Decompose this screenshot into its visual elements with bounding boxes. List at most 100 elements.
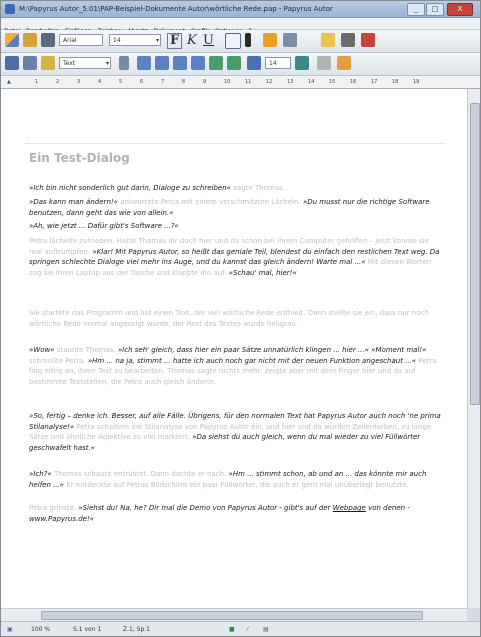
spacing-combo[interactable]: 14 (265, 57, 291, 69)
ruler-mark: 2 (56, 79, 60, 85)
note-icon[interactable] (321, 33, 335, 47)
bold-button[interactable]: F (167, 33, 183, 49)
record-icon[interactable]: ▤ (263, 622, 269, 636)
narration-run: sagte Thomas. (231, 184, 285, 192)
ruler-mark: 1 (35, 79, 39, 85)
ruler-mark: 16 (350, 79, 357, 85)
paragraph[interactable]: »Wow« staunte Thomas. »Ich seh' gleich, … (29, 345, 443, 387)
paragraph[interactable]: Sie startete das Programm und lud einen … (29, 308, 443, 329)
narration-run: Sie startete das Programm und lud einen … (29, 309, 429, 328)
chevron-down-icon[interactable]: ▾ (156, 35, 159, 47)
narration-run: staunte Thomas. (54, 346, 118, 354)
ruler-mark: 11 (245, 79, 252, 85)
ruler-mark: 9 (203, 79, 207, 85)
save-icon[interactable] (5, 56, 19, 70)
justify-icon[interactable] (191, 56, 205, 70)
spacing-value: 14 (269, 60, 277, 67)
narration-run: Thomas schaute entrüstet. Dann dachte er… (51, 470, 229, 478)
direct-speech-run: »Ich?« (29, 470, 52, 478)
pointer-icon[interactable] (245, 33, 251, 47)
ruler-mark: 13 (287, 79, 294, 85)
new-document-icon[interactable] (5, 33, 19, 47)
application-window: M:\Papyrus Autor_5.01\PAP-Beispiel-Dokum… (0, 0, 481, 637)
webpage-link[interactable]: Webpage (333, 504, 366, 512)
italic-button[interactable]: K (187, 33, 197, 49)
paragraph[interactable]: Petra grinste. »Siehst du! Na, he? Dir m… (29, 503, 443, 524)
font-name-combo[interactable]: Arial (59, 34, 103, 46)
increase-indent-icon[interactable] (227, 56, 241, 70)
chevron-down-icon[interactable]: ▾ (106, 58, 109, 70)
tab-stops-icon[interactable] (295, 56, 309, 70)
print-icon[interactable] (41, 33, 55, 47)
align-left-icon[interactable] (137, 56, 151, 70)
minimize-button[interactable]: _ (407, 3, 425, 16)
marker-icon[interactable] (361, 33, 375, 47)
paragraph[interactable]: »Ah, wie jetzt ... Dafür gibt's Software… (29, 221, 443, 232)
table-icon[interactable] (317, 56, 331, 70)
paragraph[interactable]: »Das kann man ändern!« antwortete Petra … (29, 197, 443, 218)
ruler-mark: 12 (266, 79, 273, 85)
font-size-combo[interactable]: 14 ▾ (109, 34, 161, 46)
narration-run: Er entdeckte auf Petras Bildschirm ein p… (64, 480, 409, 489)
text-cursor-icon[interactable] (225, 33, 241, 49)
direct-speech-run: »Ich bin nicht sonderlich gut darin, Dia… (29, 184, 231, 192)
horizontal-scroll-thumb[interactable] (41, 611, 423, 620)
align-center-icon[interactable] (155, 56, 169, 70)
paragraph[interactable]: »Ich?« Thomas schaute entrüstet. Dann da… (29, 469, 443, 490)
ruler-indent-marker[interactable]: ▲ (7, 78, 11, 86)
comment-icon[interactable] (337, 56, 351, 70)
direct-speech-run: »Ah, wie jetzt ... Dafür gibt's Software… (29, 222, 179, 230)
narration-run: schmollte Petra. (29, 356, 88, 365)
paragraph-toolbar: Text ▾ 14 (1, 53, 480, 76)
zoom-level[interactable]: 100 % (31, 622, 50, 636)
direct-speech-run: »Das kann man ändern!« (29, 198, 119, 206)
status-bar: ▣ 100 % S.1 von 1 Z.1, Sp.1 ■ ⁄ ▤ (1, 621, 480, 636)
style-icon[interactable] (41, 56, 55, 70)
direct-speech-run: »Wow« (29, 346, 55, 354)
underline-button[interactable]: U (203, 33, 214, 49)
paragraph[interactable]: Petra lächelte zufrieden. Hatte Thomas i… (29, 236, 443, 278)
status-doc-icon[interactable]: ▣ (7, 622, 13, 636)
direct-speech-run: »Schau' mal, hier!« (228, 268, 297, 277)
document-area[interactable]: Ein Test-Dialog »Ich bin nicht sonderlic… (1, 89, 467, 608)
line-spacing-icon[interactable] (247, 56, 261, 70)
open-folder-icon[interactable] (23, 33, 37, 47)
paragraph[interactable]: »So, fertig – denke ich. Besser, auf all… (29, 411, 443, 453)
document-title[interactable]: Ein Test-Dialog (29, 151, 130, 165)
decrease-indent-icon[interactable] (209, 56, 223, 70)
pen-icon[interactable]: ⁄ (247, 622, 248, 636)
highlighter-icon[interactable] (263, 33, 277, 47)
align-right-icon[interactable] (173, 56, 187, 70)
ruler-mark: 4 (98, 79, 102, 85)
page-top-border (25, 143, 445, 144)
narration-run: antwortete Petra mit einem verschmitzten… (118, 198, 303, 206)
close-button[interactable]: X (447, 3, 473, 16)
spellcheck-icon[interactable]: ■ (229, 622, 235, 636)
paragraph-style-combo[interactable]: Text ▾ (59, 57, 111, 69)
format-toolbar: Arial 14 ▾ F K U (1, 30, 480, 53)
maximize-button[interactable]: □ (426, 3, 444, 16)
ruler-mark: 15 (329, 79, 336, 85)
ruler-mark: 10 (224, 79, 231, 85)
ruler-mark: 6 (140, 79, 144, 85)
paragraph[interactable]: »Ich bin nicht sonderlich gut darin, Dia… (29, 183, 443, 194)
title-bar: M:\Papyrus Autor_5.01\PAP-Beispiel-Dokum… (1, 1, 480, 18)
vertical-scroll-thumb[interactable] (470, 103, 480, 405)
papyrus-app-icon[interactable] (5, 4, 15, 14)
ruler[interactable]: ▲ 1 2 3 4 5 6 7 8 9 10 11 12 13 14 15 16… (1, 76, 480, 89)
save-all-icon[interactable] (23, 56, 37, 70)
direct-speech-run: »Hm ... na ja, stimmt ... hatte ich auch… (87, 356, 417, 365)
ruler-mark: 18 (392, 79, 399, 85)
menu-bar: DateiBearbeitenEinfügenZeichenAbsatzDoku… (1, 18, 480, 35)
ruler-mark: 8 (182, 79, 186, 85)
direct-speech-run: »Ich seh' gleich, dass hier ein paar Sät… (117, 346, 427, 354)
narration-run: Petra grinste. (29, 504, 79, 512)
direct-speech-run: »Siehst du! Na, he? Dir mal die Demo von… (78, 504, 333, 512)
horizontal-scrollbar[interactable] (1, 608, 467, 621)
user-icon[interactable] (341, 33, 355, 47)
indent-icon[interactable] (119, 56, 129, 70)
columns-icon[interactable] (283, 33, 297, 47)
cursor-position: Z.1, Sp.1 (123, 626, 150, 633)
ruler-mark: 19 (413, 79, 420, 85)
vertical-scrollbar[interactable] (467, 89, 480, 608)
